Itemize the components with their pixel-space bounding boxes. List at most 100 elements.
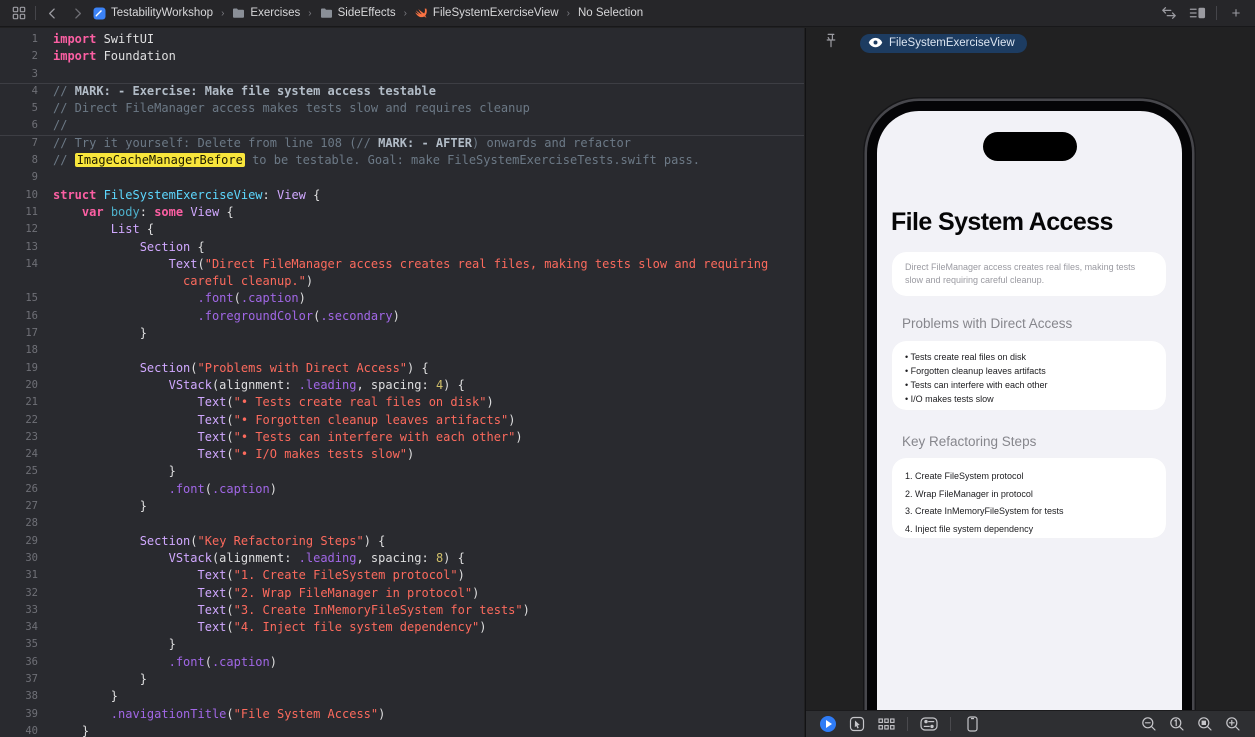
line-number[interactable]: 12	[0, 221, 48, 238]
code-text[interactable]	[48, 66, 804, 83]
line-number[interactable]: 35	[0, 636, 48, 653]
code-text[interactable]: }	[48, 688, 804, 705]
code-line[interactable]: 13 Section {	[0, 239, 804, 256]
preview-canvas[interactable]: File System Access Direct FileManager ac…	[806, 59, 1255, 710]
line-number[interactable]: 34	[0, 619, 48, 636]
code-line[interactable]: 36 .font(.caption)	[0, 654, 804, 671]
code-editor[interactable]: 1 import SwiftUI 2 import Foundation 3 4// MA…	[0, 28, 804, 737]
line-number[interactable]: 28	[0, 515, 48, 532]
line-number[interactable]: 24	[0, 446, 48, 463]
code-text[interactable]: Text("1. Create FileSystem protocol")	[48, 567, 804, 584]
code-text[interactable]: VStack(alignment: .leading, spacing: 4) …	[48, 377, 804, 394]
breadcrumb-item-no-selection[interactable]: No Selection	[578, 7, 643, 19]
line-number[interactable]: 36	[0, 654, 48, 671]
code-text[interactable]: List {	[48, 221, 804, 238]
code-text[interactable]: }	[48, 671, 804, 688]
line-number[interactable]: 29	[0, 533, 48, 550]
code-text[interactable]	[48, 169, 804, 186]
code-line[interactable]: 39 .navigationTitle("File System Access"…	[0, 706, 804, 723]
code-text[interactable]: Text("• Tests create real files on disk"…	[48, 394, 804, 411]
line-number[interactable]: 27	[0, 498, 48, 515]
zoom-actual-icon[interactable]	[1167, 714, 1187, 734]
code-text[interactable]: Text("• Tests can interfere with each ot…	[48, 429, 804, 446]
code-line[interactable]: 40 }	[0, 723, 804, 737]
code-text[interactable]	[48, 342, 804, 359]
code-text[interactable]	[48, 515, 804, 532]
code-line[interactable]: 38 }	[0, 688, 804, 705]
code-text[interactable]: struct FileSystemExerciseView: View {	[48, 187, 804, 204]
code-text[interactable]: import SwiftUI	[48, 31, 804, 48]
code-line[interactable]: 16 .foregroundColor(.secondary)	[0, 308, 804, 325]
line-number[interactable]: 23	[0, 429, 48, 446]
line-number[interactable]: 9	[0, 169, 48, 186]
code-text[interactable]: import Foundation	[48, 48, 804, 65]
line-number[interactable]: 3	[0, 66, 48, 83]
line-number[interactable]	[0, 273, 48, 290]
code-line[interactable]: 1 import SwiftUI	[0, 31, 804, 48]
breadcrumb-item-filesystemexerciseview[interactable]: FileSystemExerciseView	[415, 7, 559, 20]
line-number[interactable]: 1	[0, 31, 48, 48]
line-number[interactable]: 38	[0, 688, 48, 705]
code-text[interactable]: //	[48, 117, 804, 134]
line-number[interactable]: 16	[0, 308, 48, 325]
line-number[interactable]: 11	[0, 204, 48, 221]
code-text[interactable]: Text("• Forgotten cleanup leaves artifac…	[48, 412, 804, 429]
code-line[interactable]: 37 }	[0, 671, 804, 688]
line-number[interactable]: 4	[0, 83, 48, 100]
code-line[interactable]: 27 }	[0, 498, 804, 515]
code-text[interactable]: careful cleanup.")	[48, 273, 804, 290]
code-line[interactable]: 17 }	[0, 325, 804, 342]
line-number[interactable]: 32	[0, 585, 48, 602]
line-number[interactable]: 10	[0, 187, 48, 204]
code-line[interactable]: 32 Text("2. Wrap FileManager in protocol…	[0, 585, 804, 602]
code-line[interactable]: 11 var body: some View {	[0, 204, 804, 221]
code-line[interactable]: 31 Text("1. Create FileSystem protocol")	[0, 567, 804, 584]
live-preview-icon[interactable]	[818, 714, 838, 734]
code-text[interactable]: // ImageCacheManagerBefore to be testabl…	[48, 152, 804, 169]
code-line[interactable]: 8// ImageCacheManagerBefore to be testab…	[0, 152, 804, 169]
code-line[interactable]: 3	[0, 66, 804, 83]
breadcrumb-item-exercises[interactable]: Exercises	[232, 7, 300, 20]
code-text[interactable]: }	[48, 636, 804, 653]
code-text[interactable]: Text("2. Wrap FileManager in protocol")	[48, 585, 804, 602]
code-text[interactable]: .foregroundColor(.secondary)	[48, 308, 804, 325]
line-number[interactable]: 25	[0, 463, 48, 480]
code-line[interactable]: 7// Try it yourself: Delete from line 10…	[0, 135, 804, 152]
line-number[interactable]: 26	[0, 481, 48, 498]
pin-icon[interactable]	[824, 33, 838, 53]
code-line[interactable]: 5// Direct FileManager access makes test…	[0, 100, 804, 117]
code-text[interactable]: // Direct FileManager access makes tests…	[48, 100, 804, 117]
line-number[interactable]: 20	[0, 377, 48, 394]
code-line[interactable]: 35 }	[0, 636, 804, 653]
code-text[interactable]: // MARK: - Exercise: Make file system ac…	[48, 83, 804, 100]
line-number[interactable]: 22	[0, 412, 48, 429]
code-text[interactable]: .navigationTitle("File System Access")	[48, 706, 804, 723]
zoom-in-icon[interactable]	[1223, 714, 1243, 734]
back-chevron-icon[interactable]	[43, 4, 61, 22]
code-line[interactable]: 2 import Foundation	[0, 48, 804, 65]
code-line[interactable]: 4// MARK: - Exercise: Make file system a…	[0, 83, 804, 100]
line-number[interactable]: 21	[0, 394, 48, 411]
line-number[interactable]: 31	[0, 567, 48, 584]
code-line[interactable]: 26 .font(.caption)	[0, 481, 804, 498]
code-text[interactable]: }	[48, 723, 804, 737]
line-number[interactable]: 39	[0, 706, 48, 723]
code-text[interactable]: .font(.caption)	[48, 654, 804, 671]
line-number[interactable]: 2	[0, 48, 48, 65]
code-line[interactable]: 33 Text("3. Create InMemoryFileSystem fo…	[0, 602, 804, 619]
code-text[interactable]: Text("3. Create InMemoryFileSystem for t…	[48, 602, 804, 619]
code-text[interactable]: }	[48, 498, 804, 515]
line-number[interactable]: 19	[0, 360, 48, 377]
code-text[interactable]: Section("Key Refactoring Steps") {	[48, 533, 804, 550]
code-line[interactable]: 9	[0, 169, 804, 186]
code-line[interactable]: 24 Text("• I/O makes tests slow")	[0, 446, 804, 463]
code-line[interactable]: 12 List {	[0, 221, 804, 238]
code-text[interactable]: }	[48, 325, 804, 342]
zoom-out-icon[interactable]	[1139, 714, 1159, 734]
line-number[interactable]: 18	[0, 342, 48, 359]
code-review-icon[interactable]	[1160, 4, 1178, 22]
code-text[interactable]: Text("4. Inject file system dependency")	[48, 619, 804, 636]
breadcrumb-item-testabilityworkshop[interactable]: TestabilityWorkshop	[93, 7, 213, 20]
forward-chevron-icon[interactable]	[68, 4, 86, 22]
line-number[interactable]: 5	[0, 100, 48, 117]
